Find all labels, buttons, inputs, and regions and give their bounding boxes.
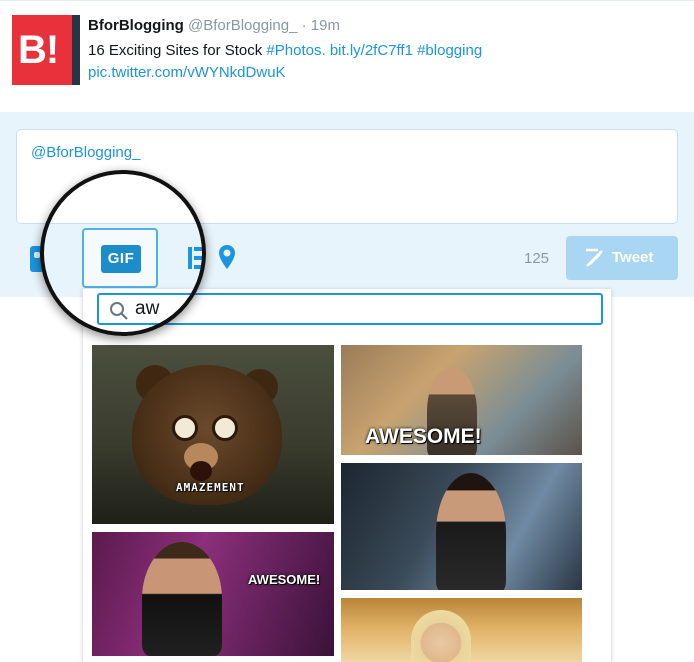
gif-search-box[interactable]: [97, 293, 603, 325]
tweet-button[interactable]: Tweet: [566, 236, 678, 280]
camera-icon[interactable]: [28, 244, 46, 274]
tweet-hashtag-photos[interactable]: #Photos.: [266, 42, 325, 59]
gif-person: [411, 610, 471, 662]
gif-result[interactable]: AWESOME!: [341, 345, 582, 455]
tweet-text-plain: 16 Exciting Sites for Stock: [88, 42, 267, 59]
gif-person: [142, 542, 222, 656]
compose-feather-icon: [586, 248, 603, 267]
tweet-textbox[interactable]: @BforBlogging_: [16, 129, 678, 224]
tweet-hashtag-blogging[interactable]: #blogging: [417, 42, 482, 59]
gif-person: [436, 473, 506, 590]
gif-result[interactable]: [341, 463, 582, 590]
location-icon[interactable]: [218, 244, 236, 270]
gif-button[interactable]: GIF: [82, 228, 158, 288]
tweet-item: B! BforBlogging @BforBlogging_ · 19m 16 …: [0, 0, 694, 113]
gif-search-input[interactable]: [135, 298, 575, 320]
avatar[interactable]: B!: [12, 15, 80, 85]
avatar-logo: B!: [18, 28, 59, 72]
tweet-timestamp[interactable]: 19m: [311, 17, 340, 34]
bear-eye: [172, 415, 198, 441]
search-icon: [110, 302, 128, 320]
gif-result[interactable]: AWESOME!: [92, 532, 334, 656]
gif-result[interactable]: [341, 598, 582, 662]
tweet-author-name[interactable]: BforBlogging: [88, 17, 184, 34]
poll-icon[interactable]: [186, 245, 206, 271]
tweet-pic-link[interactable]: pic.twitter.com/vWYNkdDwuK: [88, 64, 286, 81]
gif-icon: GIF: [101, 245, 141, 273]
tweet-button-label: Tweet: [612, 249, 654, 266]
gif-caption: AWESOME!: [365, 425, 482, 448]
tweet-body: BforBlogging @BforBlogging_ · 19m 16 Exc…: [88, 17, 688, 84]
tweet-text: 16 Exciting Sites for Stock #Photos. bit…: [88, 40, 688, 84]
tweet-header: BforBlogging @BforBlogging_ · 19m: [88, 17, 688, 35]
tweet-author-handle[interactable]: @BforBlogging_: [188, 17, 297, 34]
bear-eye: [212, 415, 238, 441]
gif-caption: AMAZEMENT: [176, 481, 245, 494]
gif-caption: AWESOME!: [248, 572, 321, 587]
character-counter: 125: [524, 250, 550, 267]
tweet-separator: ·: [301, 17, 307, 34]
gif-result[interactable]: AMAZEMENT: [92, 345, 334, 524]
tweet-short-link[interactable]: bit.ly/2fC7ff1: [330, 42, 413, 59]
avatar-stripe: [72, 15, 80, 85]
bear-mouth: [190, 461, 212, 481]
composer-mention-text: @BforBlogging_: [31, 144, 141, 161]
